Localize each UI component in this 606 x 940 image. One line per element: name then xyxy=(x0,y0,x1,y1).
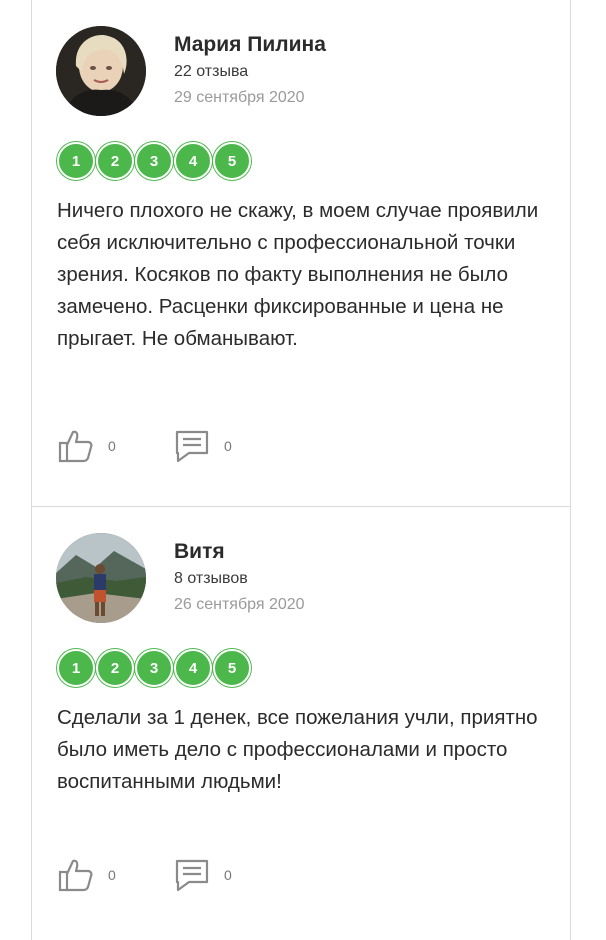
like-count: 0 xyxy=(108,866,116,883)
comment-count: 0 xyxy=(224,437,232,454)
thumbs-up-icon xyxy=(58,428,94,469)
author-reviews-count: 8 отзывов xyxy=(174,570,248,587)
review-text: Сделали за 1 денек, все пожелания учли, … xyxy=(57,706,538,793)
rating-point-3: 3 xyxy=(135,649,173,687)
author-name[interactable]: Витя xyxy=(174,539,305,565)
rating-point-2: 2 xyxy=(96,142,134,180)
review-date: 26 сентября 2020 xyxy=(174,596,305,613)
review-header: Витя 8 отзывов 26 сентября 2020 xyxy=(56,533,536,625)
like-button[interactable]: 0 xyxy=(58,428,116,469)
author-info: Мария Пилина 22 отзыва 29 сентября 2020 xyxy=(174,32,326,108)
comment-count: 0 xyxy=(224,866,232,883)
rating-point-2: 2 xyxy=(96,649,134,687)
comment-icon xyxy=(174,428,210,469)
review-actions: 0 0 xyxy=(58,428,358,468)
avatar[interactable] xyxy=(56,533,146,623)
rating-point-1: 1 xyxy=(57,142,95,180)
rating-point-4: 4 xyxy=(174,142,212,180)
thumbs-up-icon xyxy=(58,857,94,898)
rating-point-3: 3 xyxy=(135,142,173,180)
review-card: Мария Пилина 22 отзыва 29 сентября 2020 … xyxy=(31,0,571,507)
rating-point-1: 1 xyxy=(57,649,95,687)
author-name[interactable]: Мария Пилина xyxy=(174,32,326,58)
review-text: Ничего плохого не скажу, в моем случае п… xyxy=(57,199,539,350)
comment-icon xyxy=(174,857,210,898)
like-button[interactable]: 0 xyxy=(58,857,116,898)
author-reviews-count: 22 отзыва xyxy=(174,63,249,80)
review-date: 29 сентября 2020 xyxy=(174,89,305,106)
rating: 1 2 3 4 5 xyxy=(57,142,251,180)
rating-point-4: 4 xyxy=(174,649,212,687)
author-info: Витя 8 отзывов 26 сентября 2020 xyxy=(174,539,305,615)
review-card: Витя 8 отзывов 26 сентября 2020 1 2 3 4 … xyxy=(31,507,571,940)
rating-point-5: 5 xyxy=(213,142,251,180)
avatar[interactable] xyxy=(56,26,146,116)
rating: 1 2 3 4 5 xyxy=(57,649,251,687)
rating-point-5: 5 xyxy=(213,649,251,687)
review-actions: 0 0 xyxy=(58,857,358,897)
like-count: 0 xyxy=(108,437,116,454)
comment-button[interactable]: 0 xyxy=(174,428,232,469)
review-header: Мария Пилина 22 отзыва 29 сентября 2020 xyxy=(56,26,536,118)
comment-button[interactable]: 0 xyxy=(174,857,232,898)
